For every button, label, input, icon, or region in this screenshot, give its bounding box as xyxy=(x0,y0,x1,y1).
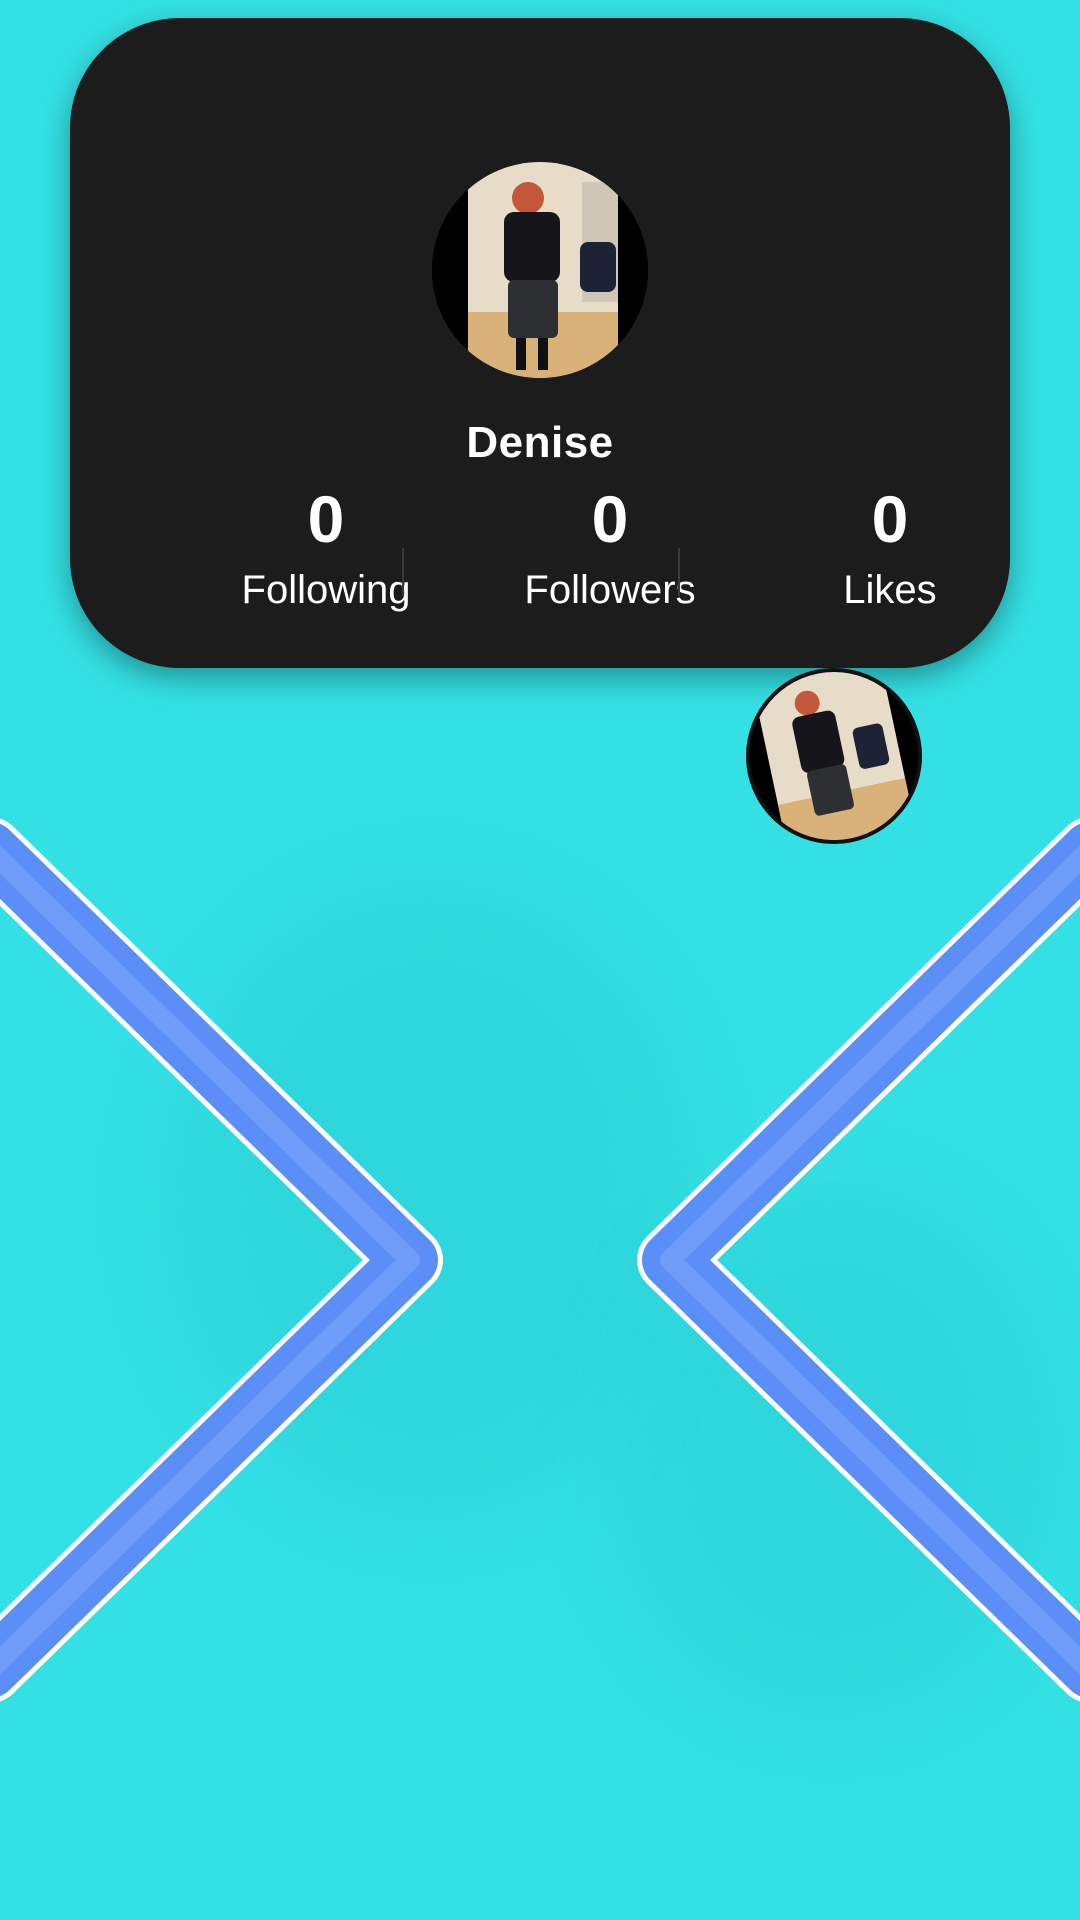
screen: Denise 0 Following 0 Followers 0 Likes xyxy=(0,0,1080,1920)
stat-divider xyxy=(402,548,404,596)
following-label: Following xyxy=(241,568,411,612)
chevron-right-icon[interactable] xyxy=(620,800,1080,1720)
profile-card: Denise 0 Following 0 Followers 0 Likes xyxy=(70,18,1010,668)
followers-count: 0 xyxy=(591,482,629,556)
likes-label: Likes xyxy=(843,568,937,612)
followers-label: Followers xyxy=(524,568,696,612)
stat-followers[interactable]: 0 Followers xyxy=(480,486,740,610)
stat-following[interactable]: 0 Following xyxy=(196,486,456,610)
profile-photo-icon xyxy=(432,162,648,378)
likes-count: 0 xyxy=(871,482,909,556)
stat-divider xyxy=(678,548,680,596)
stat-likes[interactable]: 0 Likes xyxy=(760,486,1020,610)
username: Denise xyxy=(466,418,614,467)
following-count: 0 xyxy=(307,482,345,556)
profile-avatar[interactable] xyxy=(432,162,648,378)
chevron-left-icon[interactable] xyxy=(0,800,460,1720)
